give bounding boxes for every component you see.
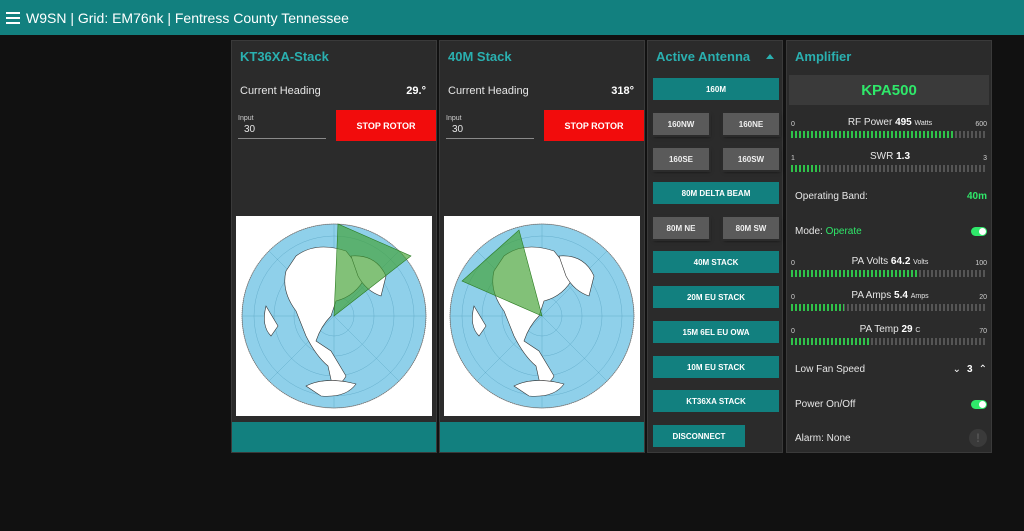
input-label: Input (446, 115, 462, 122)
heading-input[interactable] (452, 124, 530, 135)
antenna-button-160m[interactable]: 160M (653, 78, 779, 100)
alarm-icon: ! (969, 429, 987, 447)
input-label: Input (238, 115, 254, 122)
azimuthal-map-graphic (241, 223, 427, 409)
pa-volts-meter: 0 PA Volts 64.2 Volts 100 (791, 256, 989, 286)
azimuthal-map (444, 216, 640, 416)
app-title: W9SN | Grid: EM76nk | Fentress County Te… (26, 9, 349, 26)
rotor-footer-bar (440, 422, 644, 452)
meter-bar (791, 165, 987, 172)
azimuthal-map (236, 216, 432, 416)
meter-bar (791, 338, 987, 345)
meter-fill (791, 338, 872, 345)
heading-input-field[interactable]: Input (238, 113, 326, 139)
meter-max: 100 (975, 260, 987, 267)
top-app-bar: W9SN | Grid: EM76nk | Fentress County Te… (0, 0, 1024, 35)
fan-speed-value: 3 (967, 363, 973, 375)
antenna-button-80m-ne[interactable]: 80M NE (653, 217, 709, 239)
antenna-button-20m-eu-stack[interactable]: 20M EU STACK (653, 286, 779, 308)
mode-toggle[interactable] (971, 226, 987, 236)
rotor-title: KT36XA-Stack (240, 49, 329, 64)
meter-max: 70 (979, 328, 987, 335)
meter-label: SWR 1.3 (869, 151, 911, 162)
antenna-title: Active Antenna (656, 49, 751, 64)
rotor-card-40m: 40M Stack Current Heading 318° Input STO… (439, 40, 645, 453)
antenna-button-80m-sw[interactable]: 80M SW (723, 217, 779, 239)
antenna-button-160sw[interactable]: 160SW (723, 148, 779, 170)
chevron-up-icon[interactable]: ⌃ (979, 364, 987, 375)
antenna-button-40m-stack[interactable]: 40M STACK (653, 251, 779, 273)
chevron-down-icon[interactable]: ⌄ (953, 364, 961, 375)
fan-speed-row: Low Fan Speed ⌄ 3 ⌃ (795, 361, 987, 377)
amplifier-card: Amplifier KPA500 0 RF Power 495 Watts 60… (786, 40, 992, 453)
stop-rotor-button[interactable]: STOP ROTOR (544, 110, 644, 141)
power-row: Power On/Off (795, 396, 987, 412)
power-label: Power On/Off (795, 398, 856, 410)
meter-fill (791, 270, 917, 277)
hamburger-menu-icon[interactable] (6, 11, 20, 24)
azimuthal-map-graphic (449, 223, 635, 409)
antenna-button-160nw[interactable]: 160NW (653, 113, 709, 135)
fan-speed-label: Low Fan Speed (795, 363, 866, 375)
active-antenna-card: Active Antenna 160M 160NW 160NE 160SE 16… (647, 40, 783, 453)
stop-rotor-button[interactable]: STOP ROTOR (336, 110, 436, 141)
rotor-title: 40M Stack (448, 49, 512, 64)
meter-label: PA Amps 5.4 Amps (851, 290, 929, 301)
meter-fill (791, 304, 844, 311)
operating-band-row: Operating Band: 40m (795, 188, 987, 204)
rf-power-meter: 0 RF Power 495 Watts 600 (791, 117, 989, 147)
meter-bar (791, 304, 987, 311)
antenna-button-160se[interactable]: 160SE (653, 148, 709, 170)
meter-label: PA Volts 64.2 Volts (851, 256, 929, 267)
meter-bar (791, 270, 987, 277)
current-heading-label: Current Heading (240, 85, 321, 97)
power-toggle[interactable] (971, 399, 987, 409)
alarm-row: Alarm: None ! (795, 429, 987, 447)
current-heading-label: Current Heading (448, 85, 529, 97)
current-heading-value: 318° (611, 85, 634, 97)
meter-max: 3 (983, 155, 987, 162)
antenna-button-kt36xa-stack[interactable]: KT36XA STACK (653, 390, 779, 412)
amplifier-title: Amplifier (795, 49, 852, 64)
current-heading-value: 29.° (406, 85, 426, 97)
mode-value: Operate (825, 225, 862, 237)
mode-row: Mode: Operate (795, 223, 987, 239)
pa-amps-meter: 0 PA Amps 5.4 Amps 20 (791, 290, 989, 320)
antenna-button-80m-delta[interactable]: 80M DELTA BEAM (653, 182, 779, 204)
rotor-card-kt36xa: KT36XA-Stack Current Heading 29.° Input … (231, 40, 437, 453)
pa-temp-meter: 0 PA Temp 29 C 70 (791, 324, 989, 354)
operating-band-value: 40m (966, 190, 987, 202)
heading-input-field[interactable]: Input (446, 113, 534, 139)
antenna-button-15m-6el[interactable]: 15M 6EL EU OWA (653, 321, 779, 343)
meter-max: 20 (979, 294, 987, 301)
rotor-footer-bar (232, 422, 436, 452)
meter-label: PA Temp 29 C (859, 324, 921, 335)
meter-label: RF Power 495 Watts (847, 117, 933, 128)
antenna-button-10m-eu-stack[interactable]: 10M EU STACK (653, 356, 779, 378)
disconnect-button[interactable]: DISCONNECT (653, 425, 745, 447)
meter-fill (791, 131, 953, 138)
operating-band-label: Operating Band: (795, 190, 868, 202)
meter-bar (791, 131, 987, 138)
mode-label: Mode: (795, 225, 823, 237)
swr-meter: 1 SWR 1.3 3 (791, 151, 989, 181)
meter-fill (791, 165, 821, 172)
meter-max: 600 (975, 121, 987, 128)
heading-input[interactable] (244, 124, 322, 135)
collapse-caret-icon[interactable] (766, 54, 774, 59)
amplifier-model: KPA500 (789, 75, 989, 105)
antenna-button-160ne[interactable]: 160NE (723, 113, 779, 135)
alarm-label: Alarm: None (795, 432, 851, 444)
